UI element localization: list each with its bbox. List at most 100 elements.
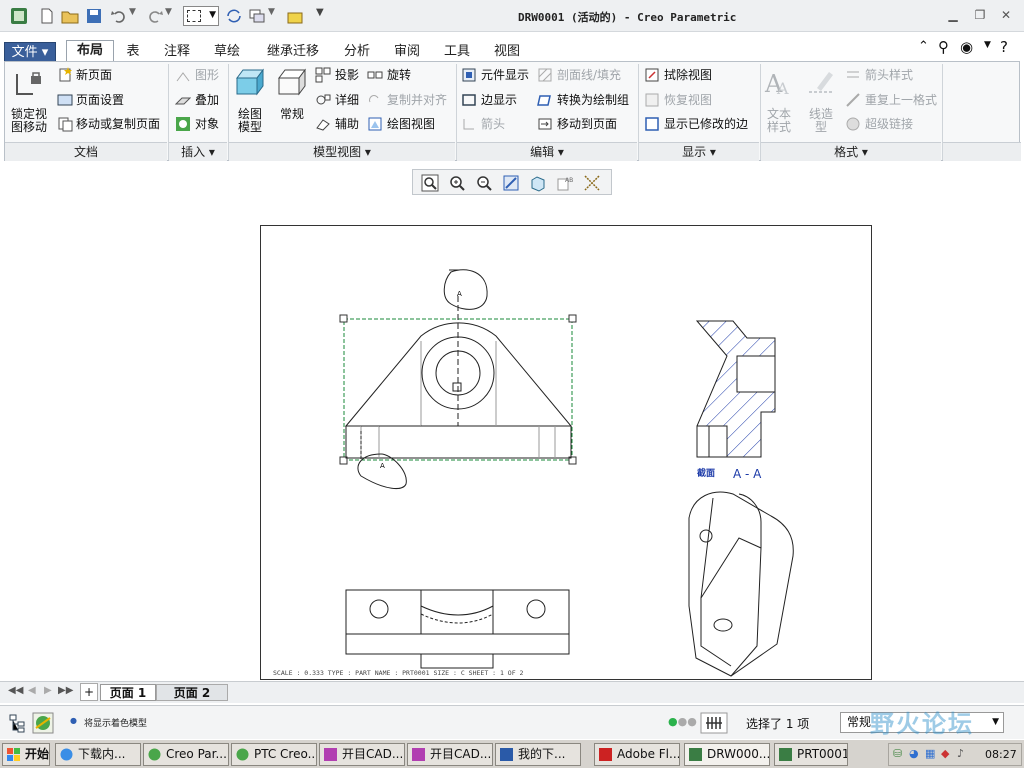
zoom-in-icon[interactable] (448, 174, 466, 192)
repaint-icon[interactable] (502, 174, 520, 192)
search-icon[interactable]: ⚲ (938, 38, 949, 56)
zoom-fit-icon[interactable] (421, 174, 439, 192)
tray-volume-icon[interactable]: ♪ (957, 747, 964, 760)
tab-legacy-migration[interactable]: 继承迁移 (257, 42, 329, 62)
browser-icon[interactable] (32, 712, 54, 734)
tab-file[interactable]: 文件 ▾ (4, 42, 56, 62)
display-style-icon[interactable] (529, 174, 547, 192)
text-style-button[interactable]: 文本 样式 (761, 108, 797, 134)
community-dropdown-icon[interactable]: ▼ (984, 40, 991, 50)
tray-security-icon[interactable]: ◆ (941, 747, 949, 760)
selection-filter-icon[interactable] (700, 712, 728, 734)
edge-display-button[interactable]: 边显示 (481, 92, 517, 108)
lock-view-button[interactable]: 锁定视 图移动 (9, 108, 49, 134)
taskbar-item-downloads[interactable]: 下载内... (55, 743, 141, 766)
group-format[interactable]: 格式 ▾ (761, 142, 941, 161)
taskbar-item-creo-1[interactable]: Creo Par... (143, 743, 229, 766)
new-file-icon[interactable] (38, 7, 56, 25)
copy-align-button[interactable]: 复制并对齐 (387, 92, 447, 108)
add-page-icon[interactable]: + (80, 683, 98, 701)
start-button[interactable]: 开始 (2, 743, 50, 766)
convert-draft-group-button[interactable]: 转换为绘制组 (557, 92, 629, 108)
auxiliary-view-button[interactable]: 辅助 (335, 116, 359, 132)
collapse-ribbon-icon[interactable]: ⌃ (918, 39, 929, 54)
tray-network-icon[interactable]: ⛁ (893, 747, 902, 760)
show-modified-edges-button[interactable]: 显示已修改的边 (664, 116, 748, 132)
repeat-format-button[interactable]: 重复上一格式 (865, 92, 937, 108)
first-page-icon[interactable]: ◀◀ (8, 685, 23, 696)
isometric-view[interactable] (688, 491, 794, 677)
taskbar-item-prt[interactable]: PRT0001 (774, 743, 848, 766)
page-setup-button[interactable]: 页面设置 (76, 92, 124, 108)
datum-display-icon[interactable] (583, 174, 601, 192)
select-box-button[interactable]: ▼ (183, 6, 219, 26)
top-view[interactable] (345, 589, 570, 669)
new-page-button[interactable]: 新页面 (76, 67, 112, 83)
hyperlink-button[interactable]: 超级链接 (865, 116, 913, 132)
drawing-sheet[interactable]: A A 截面 A - A SCALE: 0.333 TYPE: PART N… (260, 225, 872, 680)
group-model-views[interactable]: 模型视图 ▾ (229, 142, 455, 161)
group-insert[interactable]: 插入 ▾ (169, 142, 227, 161)
taskbar-item-kmcad-2[interactable]: 开目CAD... (407, 743, 493, 766)
taskbar-item-my-downloads[interactable]: 我的下... (495, 743, 581, 766)
redo-icon[interactable] (146, 7, 164, 25)
help-icon[interactable]: ? (1000, 38, 1008, 56)
close-button[interactable]: ✕ (998, 8, 1014, 24)
last-page-icon[interactable]: ▶▶ (58, 685, 73, 696)
close-window-icon[interactable] (286, 7, 304, 25)
component-display-button[interactable]: 元件显示 (481, 67, 529, 83)
erase-view-button[interactable]: 拭除视图 (664, 67, 712, 83)
drawing-model-button[interactable]: 绘图 模型 (231, 108, 269, 134)
restore-view-button[interactable]: 恢复视图 (664, 92, 712, 108)
revolve-view-button[interactable]: 旋转 (387, 67, 411, 83)
drawing-view-button[interactable]: 绘图视图 (387, 116, 435, 132)
line-style-button[interactable]: 线造 型 (803, 108, 839, 134)
object-button[interactable]: 对象 (195, 116, 219, 132)
tray-qq-icon[interactable]: ◕ (909, 747, 919, 760)
detail-view-button[interactable]: 详细 (335, 92, 359, 108)
group-edit[interactable]: 编辑 ▾ (457, 142, 637, 161)
move-to-page-button[interactable]: 移动到页面 (557, 116, 617, 132)
model-tree-icon[interactable] (8, 713, 28, 733)
minimize-button[interactable]: ▁ (945, 8, 961, 24)
taskbar-item-adobe-flash[interactable]: Adobe Fl... (594, 743, 680, 766)
next-page-icon[interactable]: ▶ (44, 685, 52, 696)
move-copy-page-button[interactable]: 移动或复制页面 (76, 116, 160, 132)
tab-analysis[interactable]: 分析 (337, 42, 377, 62)
tab-view[interactable]: 视图 (487, 42, 527, 62)
tab-table[interactable]: 表 (119, 42, 147, 62)
open-folder-icon[interactable] (61, 7, 79, 25)
page-tab-2[interactable]: 页面 2 (156, 684, 228, 701)
projection-button[interactable]: 投影 (335, 67, 359, 83)
annotation-display-icon[interactable]: AB (556, 174, 574, 192)
section-view[interactable]: 截面 A - A (695, 320, 776, 481)
overlay-button[interactable]: 叠加 (195, 92, 219, 108)
xhatch-button[interactable]: 剖面线/填充 (557, 67, 621, 83)
restore-button[interactable]: ❐ (972, 8, 988, 24)
previous-page-icon[interactable]: ◀ (28, 685, 36, 696)
app-icon[interactable] (10, 7, 28, 25)
community-icon[interactable]: ◉ (960, 38, 973, 56)
zoom-out-icon[interactable] (475, 174, 493, 192)
redo-dropdown-icon[interactable]: ▼ (165, 7, 183, 25)
group-display[interactable]: 显示 ▾ (639, 142, 759, 161)
tray-app-icon[interactable]: ▦ (925, 747, 935, 760)
regenerate-icon[interactable] (225, 7, 243, 25)
windows-icon[interactable] (248, 7, 266, 25)
taskbar-item-ptc-creo[interactable]: PTC Creo... (231, 743, 317, 766)
page-tab-1[interactable]: 页面 1 (100, 684, 156, 701)
taskbar-item-drw[interactable]: DRW000... (684, 743, 770, 766)
graph-button[interactable]: 图形 (195, 67, 219, 83)
undo-icon[interactable] (110, 7, 128, 25)
customize-qat-icon[interactable]: ▼ (316, 7, 334, 25)
taskbar-item-kmcad-1[interactable]: 开目CAD... (319, 743, 405, 766)
front-view[interactable]: A A (339, 269, 577, 489)
undo-dropdown-icon[interactable]: ▼ (129, 7, 147, 25)
windows-dropdown-icon[interactable]: ▼ (268, 7, 286, 25)
tab-review[interactable]: 审阅 (387, 42, 427, 62)
arrow-style-button[interactable]: 箭头样式 (865, 67, 913, 83)
tab-tools[interactable]: 工具 (437, 42, 477, 62)
general-view-button[interactable]: 常规 (273, 108, 311, 121)
save-icon[interactable] (85, 7, 103, 25)
tab-layout[interactable]: 布局 (66, 40, 114, 63)
